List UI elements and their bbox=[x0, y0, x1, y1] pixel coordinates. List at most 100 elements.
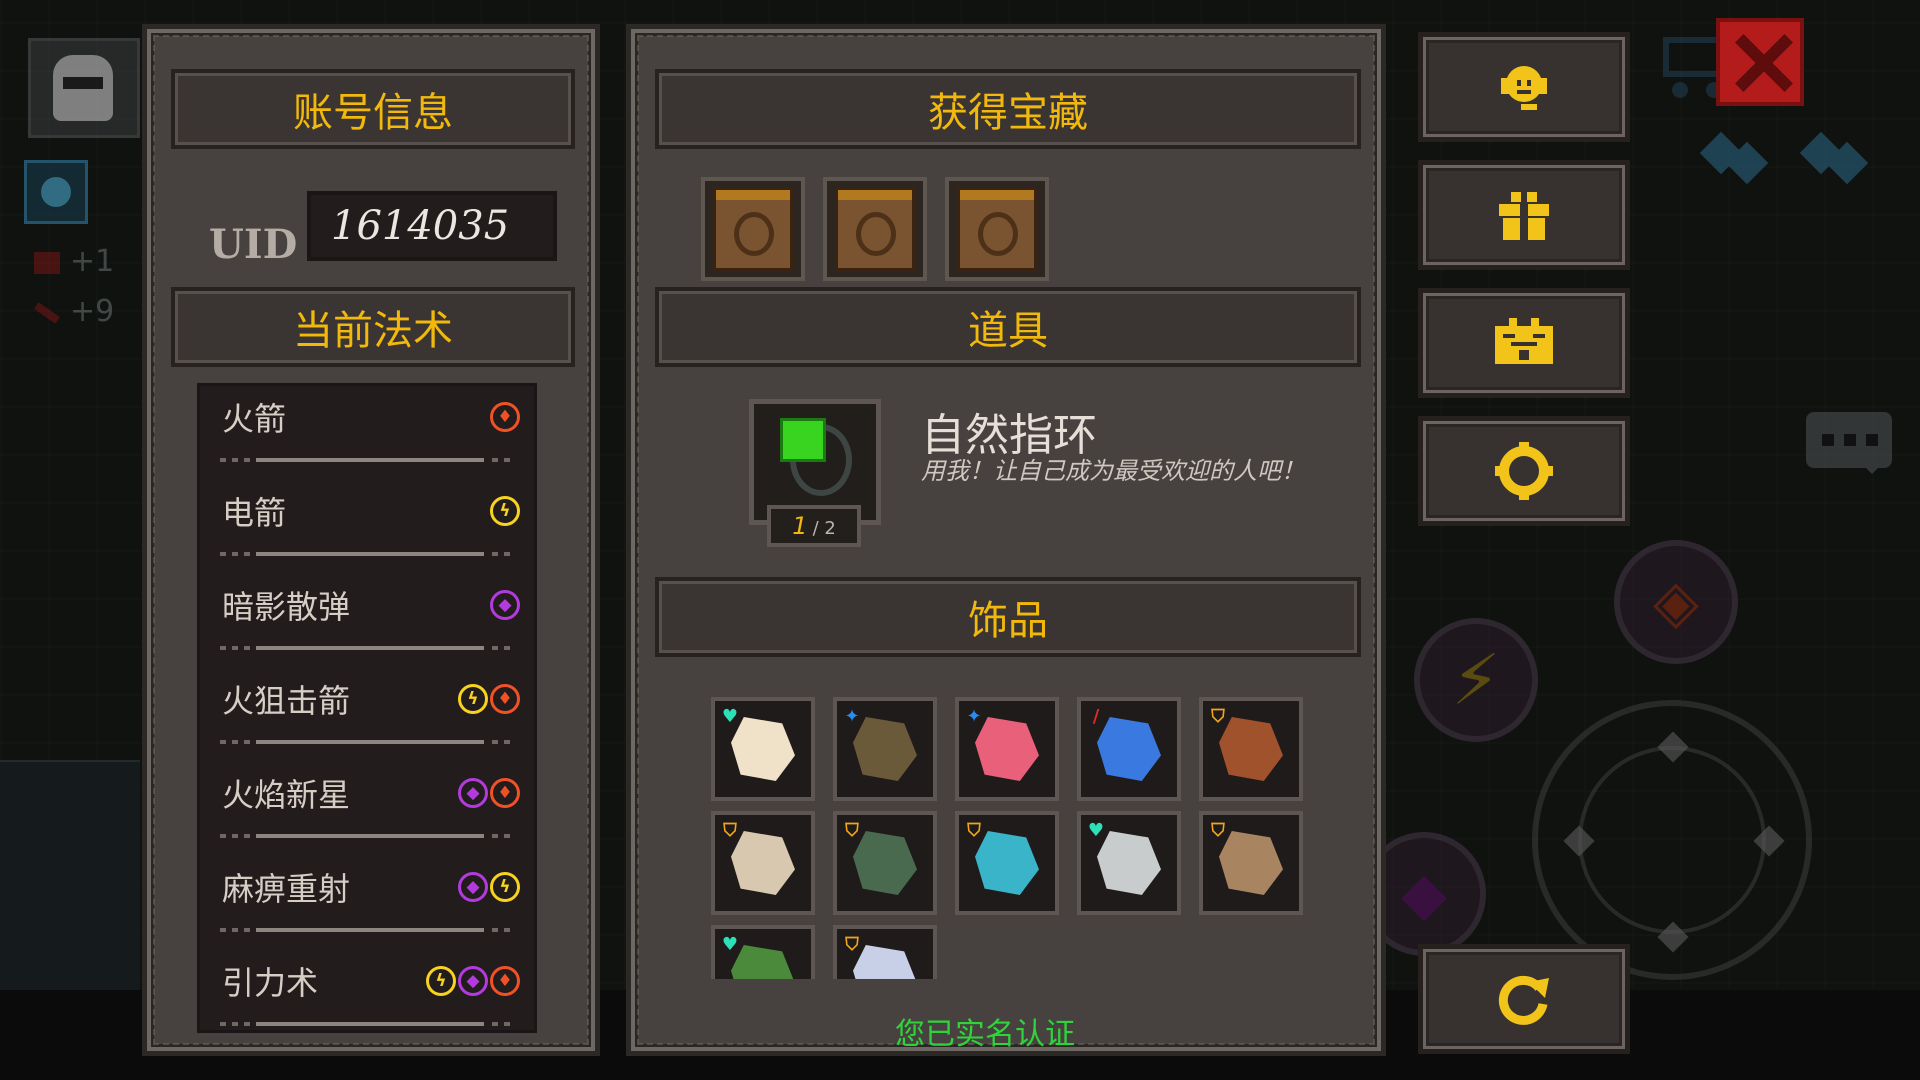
spell-element-icons: ◆ ♦ bbox=[456, 778, 520, 808]
items-header: 道具 bbox=[655, 287, 1361, 367]
spell-row[interactable]: 引力术 ϟ ◆ ♦ bbox=[200, 950, 534, 1030]
gift-button[interactable] bbox=[1418, 160, 1630, 270]
item-name: 自然指环 bbox=[921, 410, 1097, 461]
background-wall bbox=[0, 760, 140, 990]
spell-divider bbox=[220, 740, 516, 744]
treasure-header: 获得宝藏 bbox=[655, 69, 1361, 149]
shield-badge-icon: ⛉ bbox=[1211, 819, 1225, 841]
buff-orb-icon bbox=[41, 177, 71, 207]
accessories-title: 饰品 bbox=[968, 598, 1048, 644]
pet-icon bbox=[1696, 128, 1772, 188]
support-button[interactable] bbox=[1418, 32, 1630, 142]
lightning-icon: ⚡ bbox=[1451, 639, 1501, 721]
shadow-element-icon: ◆ bbox=[458, 966, 488, 996]
spell-name: 火焰新星 bbox=[222, 776, 351, 814]
achievements-button[interactable] bbox=[1418, 288, 1630, 398]
electric-skill-button[interactable]: ⚡ bbox=[1414, 618, 1538, 742]
spell-row[interactable]: 暗影散弹 ◆ bbox=[200, 574, 534, 668]
refresh-icon bbox=[1498, 975, 1549, 1025]
accessories-header: 饰品 bbox=[655, 577, 1361, 657]
electric-element-icon: ϟ bbox=[458, 684, 488, 714]
account-info-title: 账号信息 bbox=[293, 90, 453, 136]
chat-bubble-icon[interactable] bbox=[1806, 412, 1892, 474]
spell-element-icons: ϟ ◆ ♦ bbox=[424, 966, 520, 996]
stat-health: +1 bbox=[34, 244, 114, 279]
uid-value[interactable]: 1614035 bbox=[307, 191, 557, 261]
close-button[interactable] bbox=[1716, 18, 1804, 106]
spell-name: 电箭 bbox=[222, 494, 287, 532]
accessories-grid[interactable]: ♥ ✦ ✦ / ⛉ ⛉ ⛉ ⛉ ♥ ⛉ ♥ ⛉ bbox=[711, 697, 1311, 979]
heart-badge-icon: ♥ bbox=[721, 705, 739, 727]
shadow-element-icon: ◆ bbox=[458, 872, 488, 902]
shield-badge-icon: ⛉ bbox=[845, 933, 859, 955]
gear-icon bbox=[1495, 442, 1553, 500]
accessory-slot[interactable]: ✦ bbox=[833, 697, 937, 801]
refresh-button[interactable] bbox=[1418, 944, 1630, 1054]
spell-row[interactable]: 火狙击箭 ϟ ♦ bbox=[200, 668, 534, 762]
accessory-slot[interactable]: ⛉ bbox=[1199, 697, 1303, 801]
accessory-slot[interactable]: ⛉ bbox=[711, 811, 815, 915]
accessory-slot[interactable]: ♥ bbox=[1077, 811, 1181, 915]
fire-element-icon: ♦ bbox=[490, 684, 520, 714]
electric-element-icon: ϟ bbox=[490, 496, 520, 526]
accessory-slot[interactable]: ⛉ bbox=[833, 811, 937, 915]
sword-icon bbox=[34, 301, 60, 324]
ring-gem bbox=[780, 418, 826, 462]
treasure-slot[interactable] bbox=[945, 177, 1049, 281]
treasure-slot[interactable] bbox=[823, 177, 927, 281]
spell-element-icons: ◆ ϟ bbox=[456, 872, 520, 902]
accessory-slot[interactable]: ⛉ bbox=[955, 811, 1059, 915]
item-count-current: 1 bbox=[792, 512, 808, 540]
spell-list[interactable]: 火箭 ♦ 电箭 ϟ 暗影散弹 ◆ 火狙击箭 ϟ ♦ 火焰新星 ◆ ♦ 麻痹重射 ◆ ϟ 引力术 ϟ ◆ ♦ bbox=[197, 383, 537, 1033]
settings-button[interactable] bbox=[1418, 416, 1630, 526]
spell-row[interactable]: 电箭 ϟ bbox=[200, 480, 534, 574]
spell-element-icons: ◆ bbox=[488, 590, 520, 620]
spell-row[interactable]: 火焰新星 ◆ ♦ bbox=[200, 762, 534, 856]
account-panel: 账号信息 UID 1614035 当前法术 火箭 ♦ 电箭 ϟ 暗影散弹 ◆ 火狙击箭 ϟ ♦ 火… bbox=[142, 24, 600, 1056]
buff-slot bbox=[24, 160, 88, 224]
gift-icon bbox=[1499, 192, 1549, 240]
spell-element-icons: ϟ bbox=[488, 496, 520, 526]
stat-attack: +9 bbox=[34, 294, 114, 329]
accessory-slot[interactable]: ⛉ bbox=[1199, 811, 1303, 915]
pet-icon bbox=[1796, 128, 1872, 188]
shield-badge-icon: ⛉ bbox=[967, 819, 981, 841]
stat-health-value: +1 bbox=[70, 244, 115, 279]
shield-badge-icon: ⛉ bbox=[723, 819, 737, 841]
spell-divider bbox=[220, 928, 516, 932]
accessory-slot[interactable]: ⛉ bbox=[833, 925, 937, 979]
spell-name: 暗影散弹 bbox=[222, 588, 351, 626]
spell-element-icons: ♦ bbox=[488, 402, 520, 432]
spell-name: 火箭 bbox=[222, 400, 287, 438]
fire-skill-button[interactable]: ◈ bbox=[1614, 540, 1738, 664]
item-count: 1 / 2 bbox=[767, 505, 861, 547]
treasure-panel: 获得宝藏 道具 1 / 2 自然指环 用我！让自己成为最受欢迎的人吧！ 饰品 ♥… bbox=[626, 24, 1386, 1056]
spell-name: 引力术 bbox=[222, 964, 319, 1002]
accessory-slot[interactable]: / bbox=[1077, 697, 1181, 801]
spell-row[interactable]: 火箭 ♦ bbox=[200, 386, 534, 480]
heart-badge-icon: ♥ bbox=[1087, 819, 1105, 841]
heart-icon bbox=[34, 251, 60, 274]
spell-name: 火狙击箭 bbox=[222, 682, 351, 720]
shadow-element-icon: ◆ bbox=[458, 778, 488, 808]
fire-element-icon: ♦ bbox=[490, 778, 520, 808]
accessory-slot[interactable]: ♥ bbox=[711, 925, 815, 979]
spell-element-icons: ϟ ♦ bbox=[456, 684, 520, 714]
heart-badge-icon: ♥ bbox=[721, 933, 739, 955]
spell-row[interactable]: 麻痹重射 ◆ ϟ bbox=[200, 856, 534, 950]
joystick-inner-ring bbox=[1578, 746, 1766, 934]
headset-icon bbox=[1501, 66, 1547, 110]
spell-divider bbox=[220, 646, 516, 650]
shield-badge-icon: ⛉ bbox=[845, 819, 859, 841]
accessory-slot[interactable]: ♥ bbox=[711, 697, 815, 801]
accessory-slot[interactable]: ✦ bbox=[955, 697, 1059, 801]
item-count-total: / 2 bbox=[812, 518, 836, 539]
treasure-chest-icon bbox=[835, 187, 915, 271]
avatar-visor bbox=[63, 77, 103, 89]
treasure-slot[interactable] bbox=[701, 177, 805, 281]
movement-joystick[interactable] bbox=[1532, 700, 1812, 980]
sword-badge-icon: / bbox=[1092, 705, 1100, 727]
treasure-chest-icon bbox=[713, 187, 793, 271]
electric-element-icon: ϟ bbox=[490, 872, 520, 902]
account-info-header: 账号信息 bbox=[171, 69, 575, 149]
